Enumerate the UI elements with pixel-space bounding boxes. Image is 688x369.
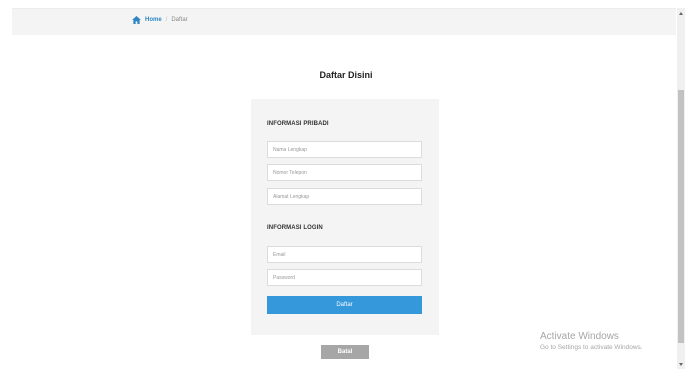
- scroll-down-arrow-icon[interactable]: [679, 363, 683, 366]
- windows-activation-watermark: Activate Windows Go to Settings to activ…: [540, 331, 643, 353]
- scrollbar-thumb[interactable]: [678, 90, 684, 343]
- watermark-title: Activate Windows: [540, 331, 619, 342]
- full-name-field[interactable]: [267, 141, 422, 158]
- home-icon[interactable]: [132, 16, 141, 24]
- personal-info-heading: INFORMASI PRIBADI: [267, 121, 329, 127]
- breadcrumb: Home / Daftar: [132, 16, 188, 24]
- breadcrumb-separator: /: [165, 17, 168, 23]
- login-info-heading: INFORMASI LOGIN: [267, 225, 323, 231]
- address-field[interactable]: [267, 188, 422, 205]
- register-button[interactable]: Daftar: [267, 296, 422, 314]
- cancel-button[interactable]: Batal: [321, 345, 369, 359]
- phone-field[interactable]: [267, 164, 422, 181]
- page-title-wrap: Daftar Disini: [0, 70, 688, 80]
- top-breadcrumb-bar: [12, 8, 676, 35]
- breadcrumb-home-link[interactable]: Home: [145, 16, 162, 24]
- scroll-up-arrow-icon[interactable]: [679, 12, 683, 15]
- watermark-subtitle: Go to Settings to activate Windows.: [540, 344, 643, 351]
- email-field[interactable]: [267, 246, 422, 263]
- password-field[interactable]: [267, 269, 422, 286]
- page-title: Daftar Disini: [319, 70, 373, 80]
- breadcrumb-current: Daftar: [171, 17, 188, 23]
